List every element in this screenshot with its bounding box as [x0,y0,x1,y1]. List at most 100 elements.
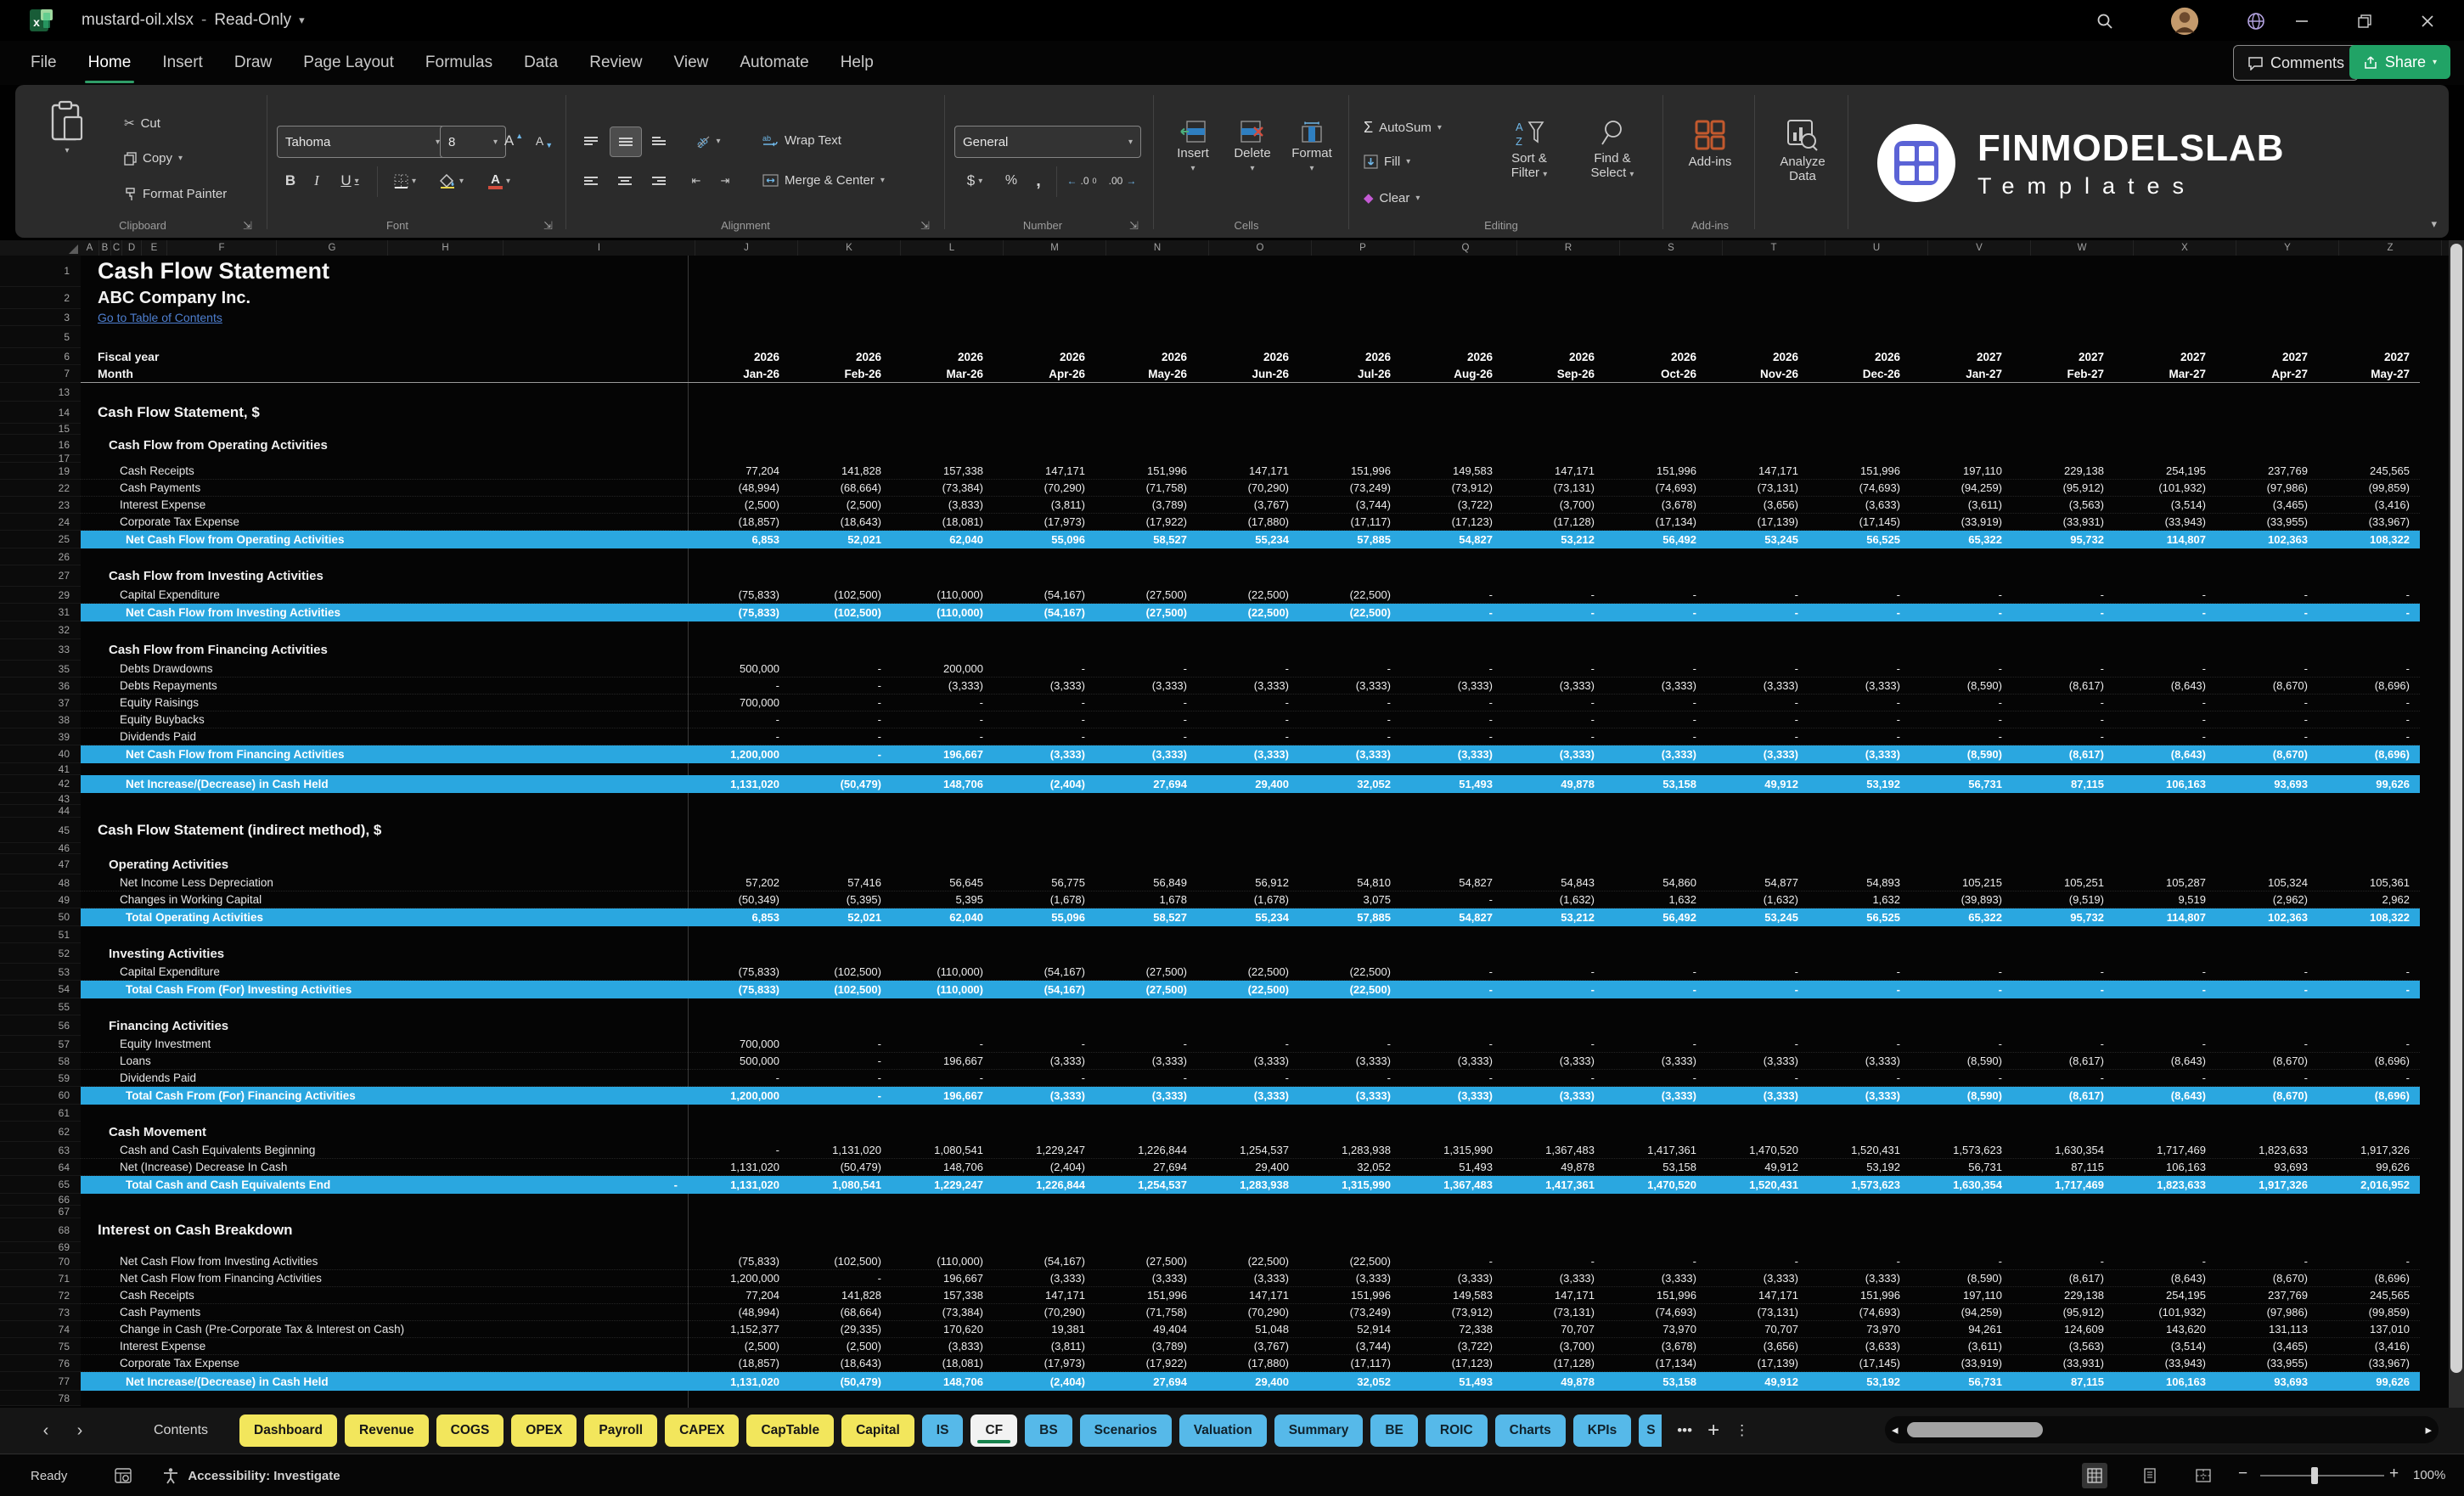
cell[interactable]: (110,000) [892,606,993,619]
cell[interactable]: 56,525 [1809,533,1910,546]
cell[interactable]: 1,283,938 [1299,1144,1401,1156]
row-label-cell[interactable]: Net (Increase) Decrease In Cash [81,1159,688,1175]
cell[interactable]: 147,171 [993,464,1095,477]
cell[interactable]: 52,914 [1299,1323,1401,1336]
cell[interactable]: - [790,662,892,675]
cell[interactable]: (3,465) [2216,498,2318,511]
cell[interactable]: - [1401,588,1503,601]
row-header-37[interactable]: 37 [0,695,81,711]
cell[interactable]: (2,404) [993,1375,1095,1388]
cell[interactable]: (1,678) [993,893,1095,906]
zoom-in-button[interactable]: + [2389,1465,2399,1483]
cell[interactable]: - [1707,662,1809,675]
cell[interactable]: 54,827 [1401,876,1503,889]
cell[interactable]: (3,563) [2012,1340,2114,1353]
cell[interactable]: - [2114,696,2216,709]
page-break-view-button[interactable] [2191,1463,2216,1488]
cell[interactable]: (27,500) [1095,606,1197,619]
cell[interactable]: 1,200,000 [688,748,790,761]
cell[interactable]: (102,500) [790,1255,892,1268]
row-header-26[interactable]: 26 [0,548,81,565]
cell[interactable]: (70,290) [993,1306,1095,1319]
cell[interactable]: (3,563) [2012,498,2114,511]
cell[interactable]: - [993,1038,1095,1050]
cell[interactable]: (3,333) [1605,1089,1707,1102]
cell[interactable]: (8,617) [2012,679,2114,692]
row-label-cell[interactable]: Net Increase/(Decrease) in Cash Held [81,775,688,793]
cell[interactable]: - [993,713,1095,726]
cell[interactable]: 58,527 [1095,911,1197,924]
cell[interactable]: (3,333) [1197,1055,1299,1067]
cell[interactable]: (3,333) [1707,1089,1809,1102]
accounting-format-button[interactable]: $ ▾ [956,166,993,195]
analyze-data-button[interactable]: Analyze Data [1764,119,1841,183]
cell[interactable]: - [1095,696,1197,709]
row-label-cell[interactable] [81,1194,688,1206]
cell[interactable]: (22,500) [1197,606,1299,619]
cell[interactable]: - [2318,696,2420,709]
cell[interactable]: - [1809,662,1910,675]
cell[interactable]: (3,633) [1809,1340,1910,1353]
globe-icon[interactable] [2242,7,2270,36]
cell[interactable]: - [1299,696,1401,709]
cell[interactable]: 93,693 [2216,778,2318,790]
cell[interactable]: (1,678) [1197,893,1299,906]
cell[interactable]: - [1197,730,1299,743]
cell[interactable]: 57,202 [688,876,790,889]
cell[interactable]: 32,052 [1299,1161,1401,1173]
row-label-cell[interactable]: ABC Company Inc. [81,287,688,309]
macro-record-icon[interactable] [115,1468,132,1483]
cell[interactable]: - [1910,588,2012,601]
cell[interactable]: - [892,1071,993,1084]
cell[interactable]: 1,632 [1605,893,1707,906]
cell[interactable]: 200,000 [892,662,993,675]
cell[interactable]: 151,996 [1095,1289,1197,1302]
cell[interactable]: - [1809,1071,1910,1084]
cell[interactable]: - [1503,983,1605,996]
cell[interactable]: - [2318,983,2420,996]
cell[interactable]: 2026 [790,351,892,363]
cell[interactable]: 137,010 [2318,1323,2420,1336]
row-header-31[interactable]: 31 [0,604,81,621]
cell[interactable]: (33,955) [2216,1357,2318,1369]
cell[interactable]: 1,254,537 [1197,1144,1299,1156]
cell[interactable]: 196,667 [892,1272,993,1285]
cell[interactable]: 49,912 [1707,1375,1809,1388]
cell[interactable]: - [1910,696,2012,709]
cell[interactable]: - [1299,730,1401,743]
cell[interactable]: (1,632) [1503,893,1605,906]
cell[interactable]: (71,758) [1095,481,1197,494]
cell[interactable]: - [1605,588,1707,601]
cell[interactable]: 2027 [1910,351,2012,363]
cell[interactable]: (3,333) [1503,748,1605,761]
cell[interactable]: - [1503,696,1605,709]
row-header-74[interactable]: 74 [0,1321,81,1338]
cell[interactable]: 51,048 [1197,1323,1299,1336]
cell[interactable]: - [1707,606,1809,619]
cell[interactable]: 1,226,844 [993,1178,1095,1191]
cell[interactable]: (3,811) [993,498,1095,511]
cell[interactable]: (22,500) [1299,588,1401,601]
cell[interactable]: (3,333) [1707,748,1809,761]
increase-indent-button[interactable]: ⇥ [712,166,739,195]
cell[interactable]: 2026 [1299,351,1401,363]
ribbon-tab-page-layout[interactable]: Page Layout [303,53,394,72]
row-label-cell[interactable]: Investing Activities [81,943,688,964]
cell[interactable]: - [2114,662,2216,675]
copy-button[interactable]: Copy ▾ [124,151,183,166]
row-label-cell[interactable]: Dividends Paid [81,1070,688,1086]
cell[interactable]: - [1910,606,2012,619]
cell[interactable]: (75,833) [688,965,790,978]
cell[interactable]: 55,234 [1197,911,1299,924]
font-dialog-launcher[interactable]: ⇲ [543,219,553,233]
close-button[interactable] [2413,7,2442,36]
cell[interactable]: (17,128) [1503,1357,1605,1369]
insert-cells-button[interactable]: Insert ▾ [1165,121,1221,173]
cell[interactable]: 2027 [2216,351,2318,363]
cell[interactable]: (70,290) [1197,481,1299,494]
cell[interactable]: (8,643) [2114,748,2216,761]
more-sheets-button[interactable]: ••• [1677,1422,1692,1439]
cell[interactable]: (73,131) [1707,1306,1809,1319]
column-header-X[interactable]: X [2134,240,2236,256]
row-label-cell[interactable] [81,805,688,818]
